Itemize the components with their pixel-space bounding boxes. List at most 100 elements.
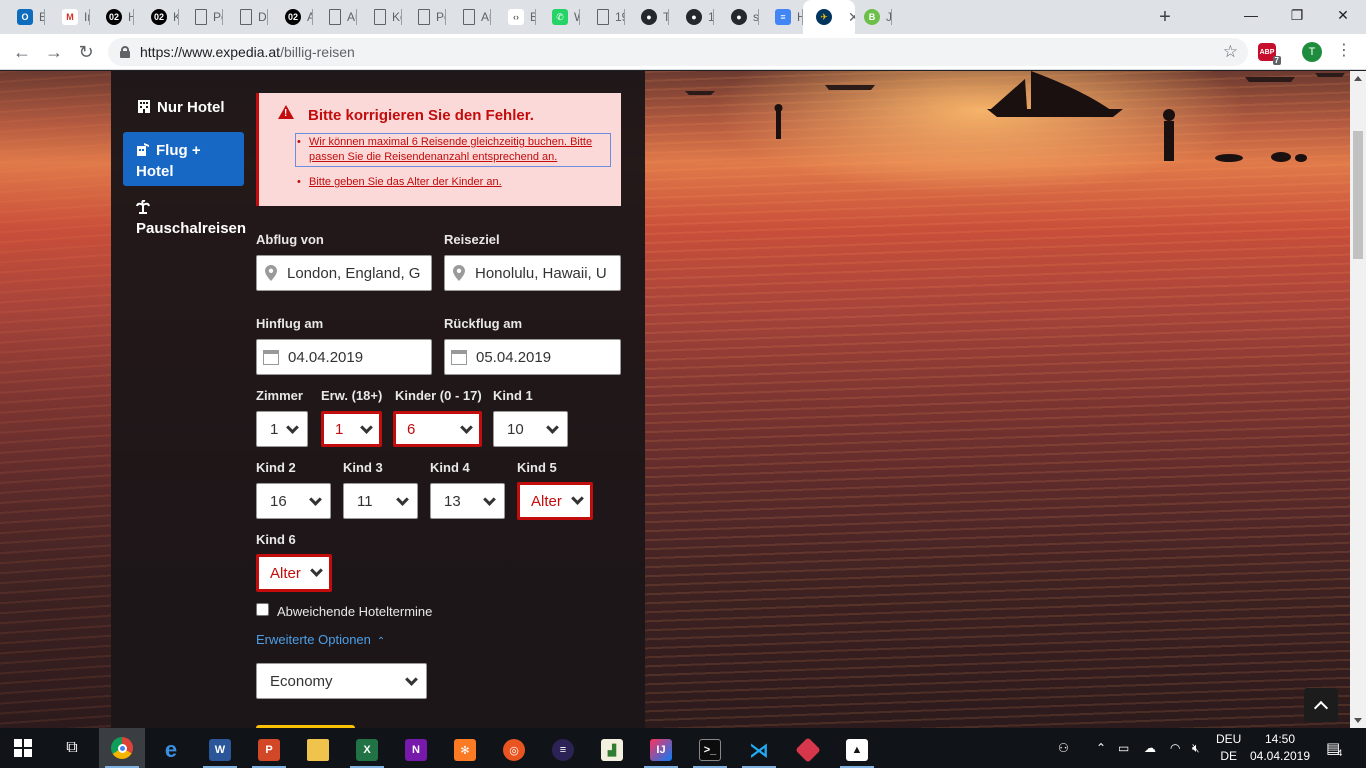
browser-tab[interactable]: BJav bbox=[847, 0, 892, 34]
battery-icon[interactable]: ▭ bbox=[1118, 728, 1129, 768]
taskbar-photos[interactable]: ▲ bbox=[834, 732, 880, 768]
browser-tab[interactable]: Dat bbox=[223, 0, 268, 34]
return-date-value: 05.04.2019 bbox=[476, 348, 552, 366]
taskbar-xampp[interactable]: ✻ bbox=[442, 732, 488, 768]
taskbar-word[interactable]: W bbox=[197, 732, 243, 768]
b-icon: B bbox=[864, 9, 880, 25]
wifi-icon[interactable]: ◠ bbox=[1170, 728, 1180, 768]
browser-tab[interactable]: 19· bbox=[580, 0, 625, 34]
browser-tab[interactable]: OE-N bbox=[0, 0, 45, 34]
browser-tab[interactable]: 02Kur bbox=[134, 0, 179, 34]
people-icon[interactable]: ⚇ bbox=[1058, 728, 1069, 768]
back-to-top-button[interactable] bbox=[1304, 688, 1338, 722]
scroll-down-arrow-icon[interactable] bbox=[1354, 718, 1362, 723]
action-center-button[interactable]: ▤ 4 bbox=[1326, 728, 1342, 768]
error-link-child-age[interactable]: Bitte geben Sie das Alter der Kinder an. bbox=[297, 175, 609, 190]
browser-tab[interactable]: Kor bbox=[357, 0, 402, 34]
kid6-age-select[interactable]: Alter bbox=[256, 554, 332, 592]
calendar-icon bbox=[451, 349, 467, 365]
tab-pauschalreisen[interactable]: Pauschalreisen bbox=[136, 199, 257, 239]
scroll-up-arrow-icon[interactable] bbox=[1354, 76, 1362, 81]
browser-tab[interactable]: MInb bbox=[45, 0, 90, 34]
error-link-traveler-limit[interactable]: Wir können maximal 6 Reisende gleichzeit… bbox=[295, 133, 611, 167]
kid1-age-select[interactable]: 10 bbox=[493, 411, 568, 447]
taskbar-chart-app[interactable]: ▟ bbox=[589, 732, 635, 768]
reload-button[interactable]: ↻ bbox=[72, 38, 100, 66]
advanced-options-link[interactable]: Erweiterte Optionen ⌃ bbox=[256, 632, 385, 647]
browser-tab[interactable]: Auf bbox=[312, 0, 357, 34]
browser-tab[interactable]: Pov bbox=[401, 0, 446, 34]
browser-tab[interactable]: Auf bbox=[446, 0, 491, 34]
minimize-button[interactable]: — bbox=[1228, 0, 1274, 30]
kid3-age-select[interactable]: 11 bbox=[343, 483, 418, 519]
cabin-class-select[interactable]: Economy bbox=[256, 663, 427, 699]
clock[interactable]: 14:50 04.04.2019 bbox=[1250, 728, 1310, 768]
start-button[interactable] bbox=[0, 730, 46, 766]
taskbar-powerpoint[interactable]: P bbox=[246, 732, 292, 768]
intellij-icon: IJ bbox=[650, 739, 672, 761]
destination-input[interactable]: Honolulu, Hawaii, U bbox=[444, 255, 621, 291]
return-date-input[interactable]: 05.04.2019 bbox=[444, 339, 621, 375]
back-button[interactable]: ← bbox=[8, 38, 36, 66]
task-view-button[interactable]: ⧉ bbox=[49, 730, 95, 766]
browser-tab[interactable]: 02Auf bbox=[268, 0, 313, 34]
browser-tab[interactable]: ✆Wh bbox=[535, 0, 580, 34]
forward-button[interactable]: → bbox=[40, 38, 68, 66]
taskbar-ubuntu[interactable]: ◎ bbox=[491, 732, 537, 768]
taskbar-excel[interactable]: X bbox=[344, 732, 390, 768]
taskbar-git[interactable] bbox=[785, 732, 831, 768]
github-icon: ● bbox=[641, 9, 657, 25]
browser-tab[interactable]: ●19· bbox=[669, 0, 714, 34]
volume-muted-icon[interactable]: 🔇︎ bbox=[1192, 728, 1200, 768]
browser-tab[interactable]: ‹›Bui bbox=[491, 0, 536, 34]
children-label: Kinder (0 - 17) bbox=[395, 388, 482, 403]
origin-input[interactable]: London, England, G bbox=[256, 255, 432, 291]
address-bar[interactable]: https://www.expedia.at/billig-reisen ☆ bbox=[108, 38, 1248, 66]
language-top: DEU bbox=[1216, 732, 1242, 746]
taskbar-terminal[interactable]: >_ bbox=[687, 732, 733, 768]
taskbar-onenote[interactable]: N bbox=[393, 732, 439, 768]
close-window-button[interactable]: ✕ bbox=[1320, 0, 1366, 30]
chrome-menu-icon[interactable]: ⋮ bbox=[1336, 43, 1352, 59]
tab-flug-hotel[interactable]: Flug + Hotel bbox=[123, 132, 244, 186]
depart-date-input[interactable]: 04.04.2019 bbox=[256, 339, 432, 375]
kid2-age-select[interactable]: 16 bbox=[256, 483, 331, 519]
children-select[interactable]: 6 bbox=[393, 411, 482, 447]
bookmark-star-icon[interactable]: ☆ bbox=[1223, 42, 1238, 62]
taskbar-eclipse[interactable]: ≡ bbox=[540, 732, 586, 768]
browser-tab[interactable]: ●sof bbox=[714, 0, 759, 34]
profile-avatar[interactable]: T bbox=[1302, 42, 1322, 62]
taskbar-intellij[interactable]: IJ bbox=[638, 732, 684, 768]
location-pin-icon bbox=[265, 265, 277, 281]
onenote-icon: N bbox=[405, 739, 427, 761]
task-view-icon: ⧉ bbox=[66, 739, 78, 756]
location-pin-icon bbox=[453, 265, 465, 281]
rooms-select[interactable]: 1 bbox=[256, 411, 308, 447]
diff-hotel-dates-label[interactable]: Abweichende Hoteltermine bbox=[277, 604, 432, 619]
restore-button[interactable]: ❐ bbox=[1274, 0, 1320, 30]
taskbar-chrome[interactable] bbox=[99, 728, 145, 768]
tab-strip: OE-NMInb02Ho02KurPovDat02AufAufKorPovAuf… bbox=[0, 0, 1366, 34]
browser-tab[interactable]: ≡HE bbox=[758, 0, 803, 34]
diff-hotel-dates-checkbox[interactable] bbox=[256, 603, 269, 616]
browser-tab[interactable]: Pov bbox=[178, 0, 223, 34]
scrollbar-thumb[interactable] bbox=[1353, 131, 1363, 259]
page-scrollbar[interactable] bbox=[1350, 71, 1366, 728]
browser-tab[interactable]: ●The bbox=[624, 0, 669, 34]
notification-count: 4 bbox=[1337, 748, 1343, 758]
new-tab-button[interactable]: + bbox=[1155, 6, 1175, 28]
children-value: 6 bbox=[407, 420, 416, 438]
adblock-extension-button[interactable]: ABP 7 bbox=[1258, 43, 1281, 65]
kid4-age-select[interactable]: 13 bbox=[430, 483, 505, 519]
kid5-age-select[interactable]: Alter bbox=[517, 482, 593, 520]
taskbar-edge[interactable]: e bbox=[148, 732, 194, 768]
adults-select[interactable]: 1 bbox=[321, 411, 382, 447]
language-indicator[interactable]: DEU DE bbox=[1216, 728, 1241, 768]
taskbar-vscode[interactable]: ⋊ bbox=[736, 732, 782, 768]
browser-tab[interactable]: 02Ho bbox=[89, 0, 134, 34]
sync-icon[interactable]: ☁ bbox=[1144, 728, 1156, 768]
tab-nur-hotel[interactable]: Nur Hotel bbox=[137, 99, 258, 116]
language-bottom: DE bbox=[1220, 749, 1237, 763]
taskbar-explorer[interactable] bbox=[295, 732, 341, 768]
tray-expand-icon[interactable]: ⌃ bbox=[1096, 728, 1106, 768]
